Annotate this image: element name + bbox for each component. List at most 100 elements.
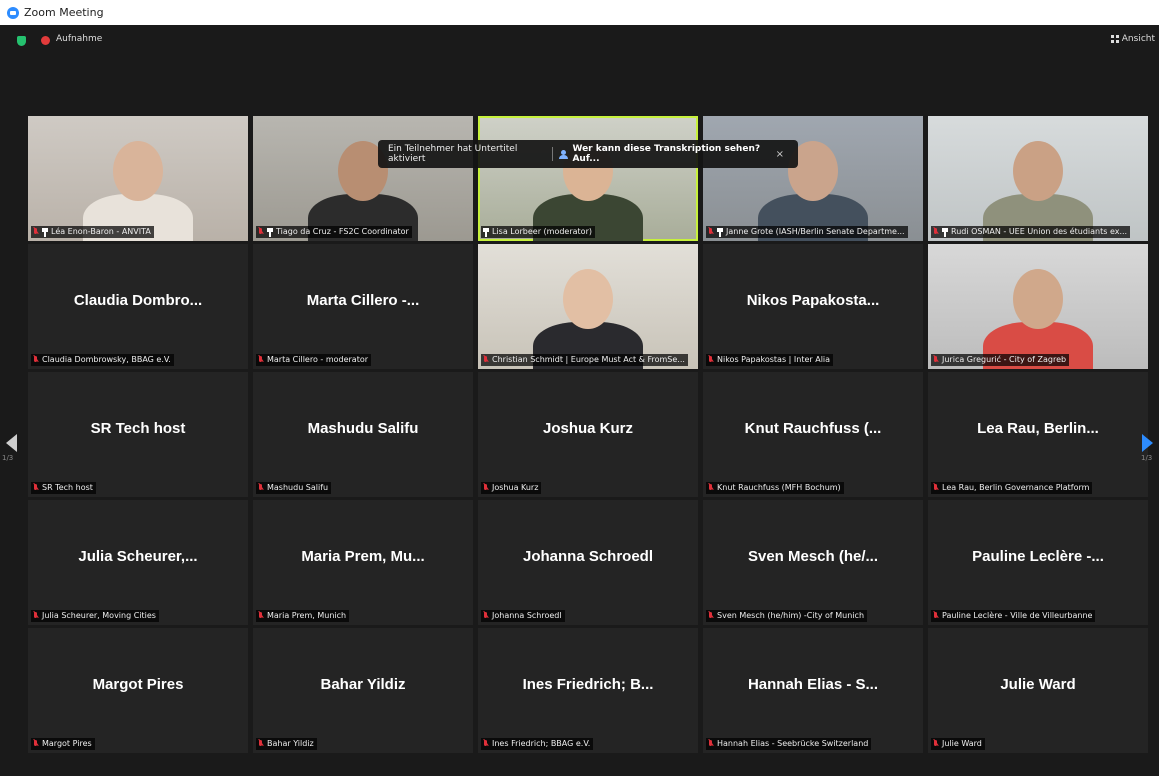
participant-label: SR Tech host [31, 482, 96, 494]
participant-name-display: Knut Rauchfuss (... [744, 420, 882, 437]
participant-label-text: Julia Scheurer, Moving Cities [42, 611, 156, 620]
participants-icon [559, 149, 569, 159]
participant-tile[interactable]: Lisa Lorbeer (moderator) [478, 116, 698, 241]
participant-label: Lisa Lorbeer (moderator) [481, 226, 595, 238]
participant-label-text: Ines Friedrich; BBAG e.V. [492, 739, 591, 748]
participant-label: Sven Mesch (he/him) -City of Munich [706, 610, 868, 622]
participant-tile[interactable]: Claudia Dombro... Claudia Dombrowsky, BBA… [28, 244, 248, 369]
muted-mic-icon [708, 227, 714, 237]
view-button-label: Ansicht [1121, 34, 1155, 44]
participant-tile[interactable]: SR Tech host SR Tech host [28, 372, 248, 497]
participant-name-display: Lea Rau, Berlin... [977, 420, 1099, 437]
participant-label: Claudia Dombrowsky, BBAG e.V. [31, 354, 174, 366]
participant-tile[interactable]: Janne Grote (IASH/Berlin Senate Departme… [703, 116, 923, 241]
participant-tile[interactable]: Maria Prem, Mu... Maria Prem, Munich [253, 500, 473, 625]
participant-tile[interactable]: Knut Rauchfuss (... Knut Rauchfuss (MFH B… [703, 372, 923, 497]
muted-mic-icon [708, 739, 714, 749]
participant-label-text: Rudi OSMAN - UEE Union des étudiants ex.… [951, 227, 1128, 236]
participant-tile[interactable]: Ines Friedrich; B... Ines Friedrich; BBAG… [478, 628, 698, 753]
page-indicator-right: 1/3 [1141, 454, 1153, 462]
participant-tile[interactable]: Margot Pires Margot Pires [28, 628, 248, 753]
muted-mic-icon [33, 483, 39, 493]
muted-mic-icon [933, 611, 939, 621]
participant-tile[interactable]: Hannah Elias - S... Hannah Elias - Seebrü… [703, 628, 923, 753]
participant-label-text: Marta Cillero - moderator [267, 355, 369, 364]
participant-label: Johanna Schroedl [481, 610, 565, 622]
recording-icon[interactable] [41, 36, 50, 45]
next-page-button[interactable]: 1/3 [1136, 428, 1158, 476]
participant-label: Lea Rau, Berlin Governance Platform [931, 482, 1093, 494]
participant-label-text: Claudia Dombrowsky, BBAG e.V. [42, 355, 171, 364]
participant-name-display: Johanna Schroedl [522, 548, 654, 565]
arrow-left-icon [6, 434, 17, 452]
participant-tile[interactable]: Bahar Yildiz Bahar Yildiz [253, 628, 473, 753]
participant-label: Julia Scheurer, Moving Cities [31, 610, 159, 622]
participant-name-display: Nikos Papakosta... [746, 292, 880, 309]
spotlight-pin-icon [42, 227, 48, 237]
muted-mic-icon [708, 483, 714, 493]
muted-mic-icon [708, 611, 714, 621]
participant-label: Bahar Yildiz [256, 738, 317, 750]
participant-tile[interactable]: Léa Enon-Baron - ANVITA [28, 116, 248, 241]
participant-tile[interactable]: Sven Mesch (he/... Sven Mesch (he/him) -C… [703, 500, 923, 625]
participant-label: Hannah Elias - Seebrücke Switzerland [706, 738, 872, 750]
participant-name-display: Pauline Leclère -... [972, 548, 1104, 565]
participant-label-text: Maria Prem, Munich [267, 611, 347, 620]
participant-tile[interactable]: Johanna Schroedl Johanna Schroedl [478, 500, 698, 625]
participant-tile[interactable]: Julie Ward Julie Ward [928, 628, 1148, 753]
page-indicator-left: 1/3 [2, 454, 14, 462]
muted-mic-icon [33, 227, 39, 237]
muted-mic-icon [933, 739, 939, 749]
participant-tile[interactable]: Tiago da Cruz - FS2C Coordinator [253, 116, 473, 241]
participant-tile[interactable]: Nikos Papakosta... Nikos Papakostas | Int… [703, 244, 923, 369]
divider [552, 147, 554, 161]
participant-tile[interactable]: Christian Schmidt | Europe Must Act & Fr… [478, 244, 698, 369]
muted-mic-icon [258, 355, 264, 365]
participant-name-display: Margot Pires [92, 676, 184, 693]
participant-tile[interactable]: Marta Cillero -... Marta Cillero - modera… [253, 244, 473, 369]
transcript-visibility-link[interactable]: Wer kann diese Transkription sehen? Auf.… [572, 144, 775, 164]
recording-label[interactable]: Aufnahme [56, 34, 102, 44]
participant-label-text: Tiago da Cruz - FS2C Coordinator [276, 227, 409, 236]
participant-name-display: Sven Mesch (he/... [747, 548, 879, 565]
muted-mic-icon [33, 355, 39, 365]
participant-name-display: Hannah Elias - S... [747, 676, 879, 693]
participant-label-text: Margot Pires [42, 739, 92, 748]
participant-tile[interactable]: Pauline Leclère -... Pauline Leclère - Vi… [928, 500, 1148, 625]
participant-name-display: Bahar Yildiz [320, 676, 406, 693]
meeting-area: Aufnahme Ansicht Léa Enon-Baron - ANVITA… [0, 25, 1159, 776]
participant-video-face [1013, 141, 1063, 201]
participant-video-face [563, 269, 613, 329]
participant-label: Knut Rauchfuss (MFH Bochum) [706, 482, 844, 494]
participant-video-face [1013, 269, 1063, 329]
muted-mic-icon [933, 227, 939, 237]
meeting-topbar: Aufnahme Ansicht [0, 25, 1159, 55]
participant-label: Pauline Leclère - Ville de Villeurbanne [931, 610, 1096, 622]
participant-tile[interactable]: Joshua Kurz Joshua Kurz [478, 372, 698, 497]
participant-tile[interactable]: Lea Rau, Berlin... Lea Rau, Berlin Govern… [928, 372, 1148, 497]
previous-page-button[interactable]: 1/3 [0, 428, 22, 476]
view-button[interactable]: Ansicht [1110, 34, 1155, 44]
muted-mic-icon [483, 355, 489, 365]
participant-tile[interactable]: Rudi OSMAN - UEE Union des étudiants ex.… [928, 116, 1148, 241]
participant-tile[interactable]: Mashudu Salifu Mashudu Salifu [253, 372, 473, 497]
zoom-logo-icon [7, 6, 19, 19]
participant-label-text: Jurica Gregurić - City of Zagreb [942, 355, 1067, 364]
participant-label: Tiago da Cruz - FS2C Coordinator [256, 226, 412, 238]
participant-label: Marta Cillero - moderator [256, 354, 372, 366]
participant-tile[interactable]: Jurica Gregurić - City of Zagreb [928, 244, 1148, 369]
security-shield-icon[interactable] [17, 36, 26, 46]
participant-label-text: Lea Rau, Berlin Governance Platform [942, 483, 1090, 492]
grid-view-icon [1110, 35, 1119, 43]
participant-label: Nikos Papakostas | Inter Alia [706, 354, 834, 366]
participant-label-text: Janne Grote (IASH/Berlin Senate Departme… [726, 227, 905, 236]
close-notification-button[interactable]: × [776, 149, 784, 160]
muted-mic-icon [483, 611, 489, 621]
spotlight-pin-icon [942, 227, 948, 237]
participant-name-display: Mashudu Salifu [307, 420, 419, 437]
participant-label: Margot Pires [31, 738, 95, 750]
participant-tile[interactable]: Julia Scheurer,... Julia Scheurer, Moving… [28, 500, 248, 625]
muted-mic-icon [483, 739, 489, 749]
participant-name-display: Claudia Dombro... [73, 292, 203, 309]
participant-name-display: Maria Prem, Mu... [301, 548, 425, 565]
